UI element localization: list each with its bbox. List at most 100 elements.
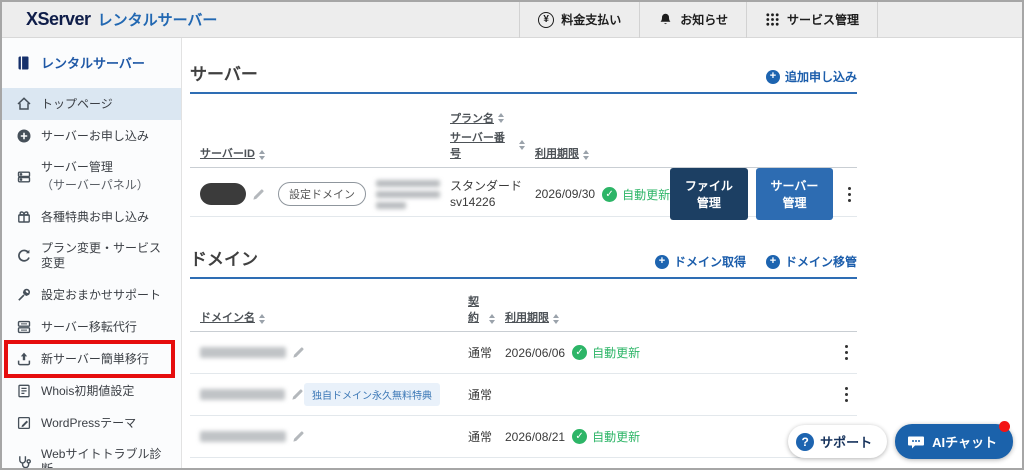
file-management-button[interactable]: ファイル管理: [670, 168, 748, 220]
sidebar-item-server-apply[interactable]: サーバーお申し込み: [2, 120, 181, 152]
nav-service-management-label: サービス管理: [786, 13, 859, 27]
sidebar-item-label: 設定おまかせサポート: [41, 287, 162, 302]
domain-transfer-link-label: ドメイン移管: [784, 255, 857, 269]
sidebar-item-label: プラン変更・サービス変更: [41, 241, 162, 270]
document-icon: [18, 384, 30, 398]
auto-renewal-label: 自動更新: [592, 346, 641, 360]
nav-payment-label: 料金支払い: [561, 13, 622, 27]
domain-get-link[interactable]: ドメイン取得: [654, 253, 746, 270]
nav-notifications[interactable]: お知らせ: [639, 2, 746, 38]
check-circle-icon: [572, 345, 588, 360]
configured-domain-chip: 設定ドメイン: [278, 182, 366, 206]
sidebar-item-server-transfer[interactable]: サーバー移転代行: [2, 311, 181, 343]
domain-row: 通常 2026/06/06 自動更新: [190, 332, 857, 374]
column-expiry[interactable]: 利用期限: [525, 110, 857, 167]
app-window: XServer レンタルサーバー 料金支払い お知らせ サービス管理 レンタルサ…: [0, 0, 1024, 470]
nav-payment[interactable]: 料金支払い: [519, 2, 639, 38]
sidebar-item-server-management[interactable]: サーバー管理 （サーバーパネル）: [2, 152, 181, 201]
sidebar-item-benefits-apply[interactable]: 各種特典お申し込み: [2, 201, 181, 233]
auto-renewal-label: 自動更新: [592, 430, 641, 444]
domain-table-header: ドメイン名 契約 利用期限: [190, 279, 857, 332]
refresh-icon: [18, 249, 30, 262]
domain-expiry-date: 2026/08/21: [505, 429, 566, 444]
edit-pencil-icon[interactable]: [252, 188, 265, 201]
upload-icon: [17, 352, 31, 366]
sidebar: レンタルサーバー トップページ サーバーお申し込み サーバー管理 （サーバーパネル…: [2, 38, 182, 468]
support-button[interactable]: サポート: [788, 425, 888, 458]
support-button-label: サポート: [820, 435, 873, 450]
redacted-domain-name: [200, 431, 286, 442]
free-domain-benefit-badge: 独自ドメイン永久無料特典: [304, 383, 440, 406]
sidebar-item-whois-defaults[interactable]: Whois初期値設定: [2, 375, 181, 407]
theme-icon: [17, 416, 31, 430]
home-icon: [17, 97, 31, 110]
domain-get-link-label: ドメイン取得: [673, 255, 746, 269]
contract-type: 通常: [468, 346, 493, 360]
sidebar-item-setup-support[interactable]: 設定おまかせサポート: [2, 279, 181, 311]
header-nav: 料金支払い お知らせ サービス管理: [519, 2, 878, 38]
sidebar-item-wordpress-theme[interactable]: WordPressテーマ: [2, 407, 181, 439]
edit-pencil-icon[interactable]: [291, 388, 304, 401]
column-domain-name[interactable]: ドメイン名: [190, 293, 458, 331]
redacted-domain-name: [200, 347, 286, 358]
sidebar-item-label: WordPressテーマ: [41, 415, 137, 430]
server-expiry-date: 2026/09/30: [535, 187, 596, 201]
ai-chat-button[interactable]: AIチャット: [895, 421, 1013, 459]
domain-expiry-date: 2026/06/06: [505, 345, 566, 360]
sidebar-item-label: Whois初期値設定: [41, 383, 135, 398]
sidebar-menu: トップページ サーバーお申し込み サーバー管理 （サーバーパネル） 各種特典お申し…: [2, 88, 181, 468]
domain-row: 通常 2026/08/21 自動更新: [190, 416, 857, 458]
top-header: XServer レンタルサーバー 料金支払い お知らせ サービス管理: [2, 2, 1022, 38]
plus-circle-icon: [17, 129, 31, 143]
sidebar-item-site-trouble-diagnosis[interactable]: Webサイトトラブル診断: [2, 439, 181, 468]
edit-pencil-icon[interactable]: [292, 430, 305, 443]
sidebar-item-plan-change[interactable]: プラン変更・サービス変更: [2, 233, 181, 279]
sidebar-item-label: 各種特典お申し込み: [41, 209, 150, 224]
sidebar-item-label: サーバー移転代行: [41, 319, 137, 334]
sidebar-brand-label: レンタルサーバー: [41, 56, 145, 71]
check-circle-icon: [602, 186, 618, 202]
kebab-menu-icon[interactable]: [835, 340, 857, 366]
domain-transfer-link[interactable]: ドメイン移管: [765, 253, 857, 270]
gift-icon: [18, 211, 30, 223]
sort-icon: [583, 150, 589, 160]
plan-and-number: スタンダード sv14226: [450, 179, 523, 209]
server-add-link[interactable]: 追加申し込み: [765, 68, 857, 85]
server-transfer-icon: [17, 320, 31, 334]
nav-notifications-label: お知らせ: [680, 13, 728, 27]
bell-icon: [660, 13, 671, 25]
column-contract[interactable]: 契約: [458, 293, 495, 331]
sort-icon: [259, 314, 265, 324]
sidebar-item-easy-migration[interactable]: 新サーバー簡単移行: [2, 340, 181, 378]
notification-dot: [999, 421, 1010, 432]
plus-circle-icon: [765, 69, 780, 84]
server-row: 設定ドメイン スタンダード sv14226 2026/09/30 ✓ 自動更新 …: [190, 168, 857, 220]
kebab-menu-icon[interactable]: [841, 181, 857, 207]
contract-type: 通常: [468, 430, 493, 444]
grid-icon: [766, 13, 779, 26]
edit-pencil-icon[interactable]: [292, 346, 305, 359]
kebab-menu-icon[interactable]: [835, 382, 857, 408]
column-expiry[interactable]: 利用期限: [495, 293, 857, 331]
server-table-header: サーバーID プラン名 サーバー番号 利用期限: [190, 94, 857, 168]
server-management-button[interactable]: サーバー管理: [755, 168, 834, 220]
sidebar-item-top-page[interactable]: トップページ: [2, 88, 181, 120]
logo-xserver: XServer: [26, 9, 91, 29]
app-logo[interactable]: XServer レンタルサーバー: [2, 9, 217, 30]
column-plan-number[interactable]: プラン名 サーバー番号: [440, 110, 525, 167]
floating-buttons: サポート AIチャット: [788, 421, 1013, 459]
sidebar-item-label: サーバー管理 （サーバーパネル）: [41, 160, 149, 192]
wrench-icon: [18, 288, 30, 301]
sort-icon: [258, 150, 265, 160]
redacted-domain-name: [200, 389, 285, 400]
server-section-title: サーバー: [190, 65, 258, 84]
logo-rental-server: レンタルサーバー: [97, 12, 218, 29]
column-server-id[interactable]: サーバーID: [190, 110, 440, 167]
sidebar-brand[interactable]: レンタルサーバー: [2, 38, 181, 88]
domain-row: 独自ドメイン永久無料特典 通常: [190, 374, 857, 416]
main-area: サーバー 追加申し込み サーバーID: [182, 38, 1022, 468]
nav-service-management[interactable]: サービス管理: [745, 2, 878, 38]
domain-section-title: ドメイン: [190, 250, 258, 269]
question-circle-icon: [796, 432, 815, 451]
sidebar-item-label: 新サーバー簡単移行: [41, 351, 149, 366]
